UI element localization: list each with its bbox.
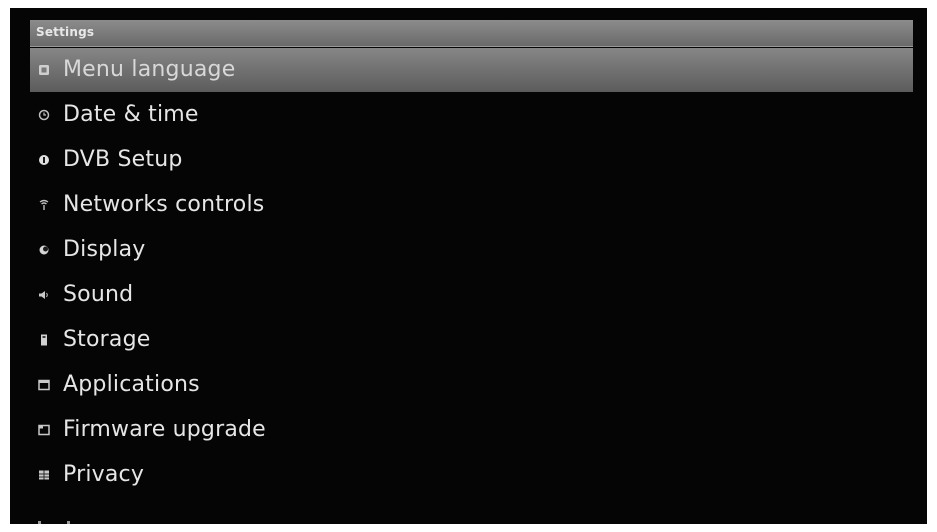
menu-item-label: Sound (63, 281, 134, 307)
menu-item-date-time[interactable]: Date & time (30, 92, 913, 137)
partial-icon (67, 521, 70, 524)
firmware-icon (38, 424, 50, 436)
menu-item-privacy[interactable]: Privacy (30, 452, 913, 497)
settings-menu: Menu language Date & time DVB Setup Netw… (30, 48, 913, 497)
menu-item-label: Firmware upgrade (63, 416, 266, 442)
display-icon (38, 244, 50, 256)
dvb-icon (38, 154, 50, 166)
menu-item-label: Applications (63, 371, 200, 397)
menu-item-storage[interactable]: Storage (30, 317, 913, 362)
window-title: Settings (36, 25, 95, 39)
menu-item-networks-controls[interactable]: Networks controls (30, 182, 913, 227)
menu-item-label: Privacy (63, 461, 145, 487)
privacy-icon (38, 469, 50, 481)
clock-icon (38, 109, 50, 121)
menu-item-applications[interactable]: Applications (30, 362, 913, 407)
network-icon (38, 199, 50, 211)
partial-icon (38, 521, 41, 524)
settings-screen: Settings Menu language Date & time DVB S… (10, 8, 927, 524)
menu-item-label: Menu language (63, 57, 236, 82)
menu-item-label: DVB Setup (63, 146, 183, 172)
menu-item-label: Storage (63, 326, 151, 352)
storage-icon (38, 334, 50, 346)
scroll-overflow-indicator (38, 509, 98, 524)
speaker-icon (38, 289, 50, 301)
menu-item-display[interactable]: Display (30, 227, 913, 272)
menu-item-label: Networks controls (63, 191, 265, 217)
menu-item-dvb-setup[interactable]: DVB Setup (30, 137, 913, 182)
applications-icon (38, 379, 50, 391)
menu-item-label: Date & time (63, 101, 199, 127)
menu-item-firmware-upgrade[interactable]: Firmware upgrade (30, 407, 913, 452)
menu-item-sound[interactable]: Sound (30, 272, 913, 317)
menu-item-label: Display (63, 236, 146, 262)
title-bar: Settings (30, 20, 913, 47)
language-icon (38, 64, 50, 76)
menu-item-menu-language[interactable]: Menu language (30, 48, 913, 92)
